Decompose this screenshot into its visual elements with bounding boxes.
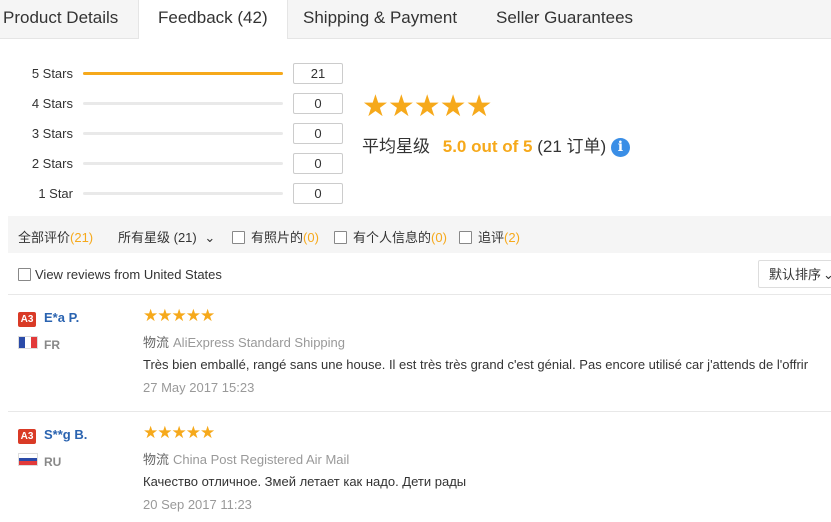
review-stars-icon: ★★★★★ xyxy=(143,423,215,442)
star-filter-label: 所有星级 (21) xyxy=(118,230,197,245)
filter-with-photos[interactable]: 有照片的(0) xyxy=(232,227,319,246)
checkbox-icon[interactable] xyxy=(232,231,245,244)
logistics-method: AliExpress Standard Shipping xyxy=(173,335,346,350)
rating-row-label: 2 Stars xyxy=(31,156,73,171)
filter-followup[interactable]: 追评(2) xyxy=(459,227,520,246)
filter-followup-label: 追评 xyxy=(478,230,505,245)
tab-bar: Product Details Feedback (42) Shipping &… xyxy=(0,0,831,39)
review-stars-icon: ★★★★★ xyxy=(143,306,215,325)
rating-count: 21 xyxy=(293,63,343,84)
average-rating: 平均星级 5.0 out of 5 (21 订单) i xyxy=(362,132,630,157)
filter-all[interactable]: 全部评价(21) xyxy=(18,227,93,246)
star-filter-dropdown[interactable]: 所有星级 (21) ⌄ xyxy=(118,227,215,246)
flag-fr-icon xyxy=(18,336,38,349)
logistics-label: 物流 xyxy=(143,452,170,467)
filter-all-label: 全部评价 xyxy=(18,230,71,245)
review-date: 27 May 2017 15:23 xyxy=(143,380,255,395)
buyer-level-badge: A3 xyxy=(18,429,36,444)
sort-dropdown[interactable]: 默认排序 ⌄ xyxy=(758,260,831,288)
rating-row-label: 1 Star xyxy=(38,186,73,201)
rating-row-label: 3 Stars xyxy=(31,126,73,141)
logistics-method: China Post Registered Air Mail xyxy=(173,452,350,467)
average-score: 5.0 out of 5 xyxy=(442,137,533,156)
tab-shipping-payment[interactable]: Shipping & Payment xyxy=(303,0,457,38)
filter-photos-count: (0) xyxy=(303,230,319,245)
rating-row-3[interactable]: 3 Stars 0 xyxy=(0,123,350,145)
rating-bar xyxy=(83,132,283,135)
flag-ru-icon xyxy=(18,453,38,466)
chevron-down-icon: ⌄ xyxy=(204,230,216,245)
filter-personal-label: 有个人信息的 xyxy=(353,230,432,245)
rating-row-5[interactable]: 5 Stars 21 xyxy=(0,63,350,85)
rating-count: 0 xyxy=(293,153,343,174)
tab-seller-guarantees[interactable]: Seller Guarantees xyxy=(496,0,633,38)
rating-row-label: 5 Stars xyxy=(31,66,73,81)
filter-personal-info[interactable]: 有个人信息的(0) xyxy=(334,227,447,246)
rating-bar xyxy=(83,192,283,195)
rating-row-2[interactable]: 2 Stars 0 xyxy=(0,153,350,175)
order-count: (21 订单) xyxy=(537,137,607,156)
tab-product-details[interactable]: Product Details xyxy=(3,0,118,38)
checkbox-icon[interactable] xyxy=(459,231,472,244)
reviewer-name[interactable]: E*a P. xyxy=(44,310,79,325)
chevron-down-icon: ⌄ xyxy=(823,267,831,282)
review-item: A3 E*a P. FR ★★★★★ 物流 AliExpress Standard… xyxy=(0,295,831,405)
reviewer-country: FR xyxy=(44,338,60,352)
logistics-label: 物流 xyxy=(143,335,170,350)
sort-label: 默认排序 xyxy=(769,267,822,282)
view-us-reviews[interactable]: View reviews from United States xyxy=(18,267,222,282)
checkbox-icon[interactable] xyxy=(18,268,31,281)
rating-row-label: 4 Stars xyxy=(31,96,73,111)
review-item: A3 S**g B. RU ★★★★★ 物流 China Post Registe… xyxy=(0,412,831,522)
average-stars-icon: ★★★★★ xyxy=(362,90,492,123)
filter-personal-count: (0) xyxy=(431,230,447,245)
rating-count: 0 xyxy=(293,183,343,204)
review-text: Très bien emballé, rangé sans une house.… xyxy=(143,357,809,372)
checkbox-icon[interactable] xyxy=(334,231,347,244)
rating-count: 0 xyxy=(293,93,343,114)
rating-bar xyxy=(83,162,283,165)
rating-count: 0 xyxy=(293,123,343,144)
filter-followup-count: (2) xyxy=(504,230,520,245)
rating-bar-fill xyxy=(83,72,283,75)
review-text: Качество отличное. Змей летает как надо.… xyxy=(143,474,467,489)
filter-all-count: (21) xyxy=(70,230,94,245)
average-label: 平均星级 xyxy=(362,137,430,156)
logistics-info: 物流 China Post Registered Air Mail xyxy=(143,449,349,468)
review-date: 20 Sep 2017 11:23 xyxy=(143,497,252,512)
view-us-label: View reviews from United States xyxy=(35,267,222,282)
info-icon[interactable]: i xyxy=(610,138,630,157)
buyer-level-badge: A3 xyxy=(18,312,36,327)
filter-photos-label: 有照片的 xyxy=(251,230,304,245)
rating-bar xyxy=(83,102,283,105)
logistics-info: 物流 AliExpress Standard Shipping xyxy=(143,332,345,351)
tab-feedback[interactable]: Feedback (42) xyxy=(138,0,288,39)
filter-bar: 全部评价(21) 所有星级 (21) ⌄ 有照片的(0) 有个人信息的(0) 追… xyxy=(8,216,831,253)
rating-row-4[interactable]: 4 Stars 0 xyxy=(0,93,350,115)
reviewer-country: RU xyxy=(44,455,62,469)
reviewer-name[interactable]: S**g B. xyxy=(44,427,87,442)
rating-bar xyxy=(83,72,283,75)
rating-row-1[interactable]: 1 Star 0 xyxy=(0,183,350,205)
